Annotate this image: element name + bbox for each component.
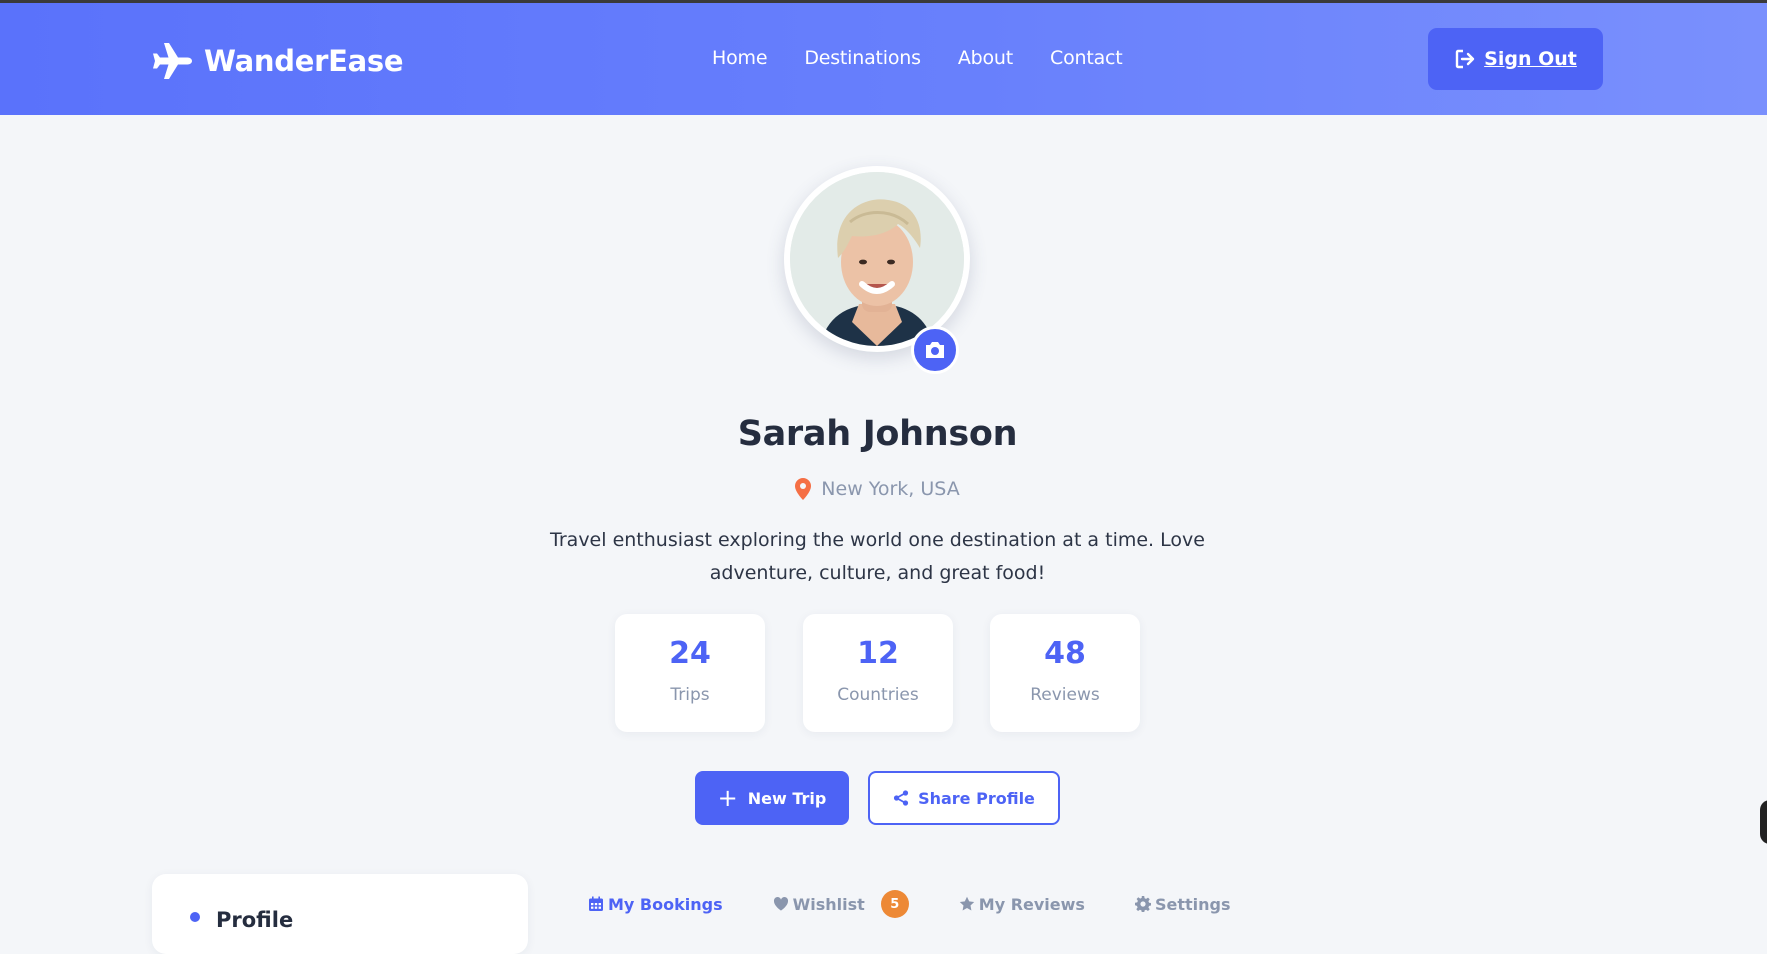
nav-destinations[interactable]: Destinations bbox=[804, 47, 921, 69]
profile-name: Sarah Johnson bbox=[737, 414, 1018, 454]
tab-label: Settings bbox=[1154, 894, 1231, 914]
stat-label: Countries bbox=[837, 685, 919, 705]
avatar-image bbox=[790, 172, 964, 346]
stat-value: 24 bbox=[669, 636, 711, 671]
profile-avatar-frame bbox=[784, 166, 970, 352]
tab-my-reviews[interactable]: My Reviews bbox=[959, 895, 1085, 914]
share-profile-button[interactable]: Share Profile bbox=[868, 771, 1060, 825]
stat-card-countries: 12 Countries bbox=[803, 614, 953, 732]
stat-label: Trips bbox=[670, 685, 710, 705]
share-icon bbox=[893, 790, 909, 806]
tab-label: Wishlist bbox=[792, 894, 865, 914]
nav-contact[interactable]: Contact bbox=[1050, 47, 1123, 69]
brand-name: WanderEase bbox=[204, 44, 404, 78]
change-photo-button[interactable] bbox=[911, 326, 959, 374]
sidebar-title: Profile bbox=[216, 908, 294, 932]
sign-out-icon bbox=[1455, 49, 1475, 69]
sign-out-label: Sign Out bbox=[1484, 48, 1577, 70]
stat-card-reviews: 48 Reviews bbox=[990, 614, 1140, 732]
wishlist-count-badge: 5 bbox=[880, 890, 909, 918]
brand-logo[interactable]: WanderEase bbox=[152, 39, 404, 83]
profile-tabs: My Bookings Wishlist 5 My Reviews Settin… bbox=[588, 890, 1280, 918]
tab-label: My Reviews bbox=[978, 894, 1085, 914]
stat-value: 12 bbox=[857, 636, 899, 671]
main-nav: Home Destinations About Contact bbox=[712, 47, 1160, 69]
profile-location: New York, USA bbox=[0, 478, 1755, 500]
camera-icon bbox=[926, 342, 944, 358]
new-trip-label: New Trip bbox=[747, 788, 827, 808]
new-trip-button[interactable]: + New Trip bbox=[695, 771, 849, 825]
navbar: WanderEase Home Destinations About Conta… bbox=[0, 3, 1767, 115]
star-icon bbox=[959, 896, 974, 911]
gear-icon bbox=[1134, 896, 1151, 912]
floating-widget-edge[interactable] bbox=[1760, 800, 1767, 844]
stat-value: 48 bbox=[1044, 636, 1086, 671]
section-dot-icon bbox=[190, 912, 200, 922]
tab-my-bookings[interactable]: My Bookings bbox=[588, 895, 723, 914]
nav-home[interactable]: Home bbox=[712, 47, 768, 69]
nav-about[interactable]: About bbox=[958, 47, 1013, 69]
profile-sidebar-card: Profile bbox=[152, 874, 528, 954]
sign-out-button[interactable]: Sign Out bbox=[1428, 28, 1603, 90]
heart-icon bbox=[773, 897, 788, 911]
share-profile-label: Share Profile bbox=[918, 788, 1035, 808]
location-pin-icon bbox=[795, 478, 812, 500]
tab-wishlist[interactable]: Wishlist 5 bbox=[773, 890, 909, 918]
location-text: New York, USA bbox=[821, 478, 960, 500]
calendar-icon bbox=[589, 896, 603, 911]
plane-icon bbox=[153, 43, 192, 79]
profile-bio: Travel enthusiast exploring the world on… bbox=[550, 529, 1205, 584]
tab-label: My Bookings bbox=[608, 894, 723, 914]
stat-label: Reviews bbox=[1030, 685, 1100, 705]
stat-card-trips: 24 Trips bbox=[615, 614, 765, 732]
avatar[interactable] bbox=[790, 172, 964, 346]
plus-icon: + bbox=[717, 784, 738, 812]
tab-settings[interactable]: Settings bbox=[1134, 894, 1231, 914]
